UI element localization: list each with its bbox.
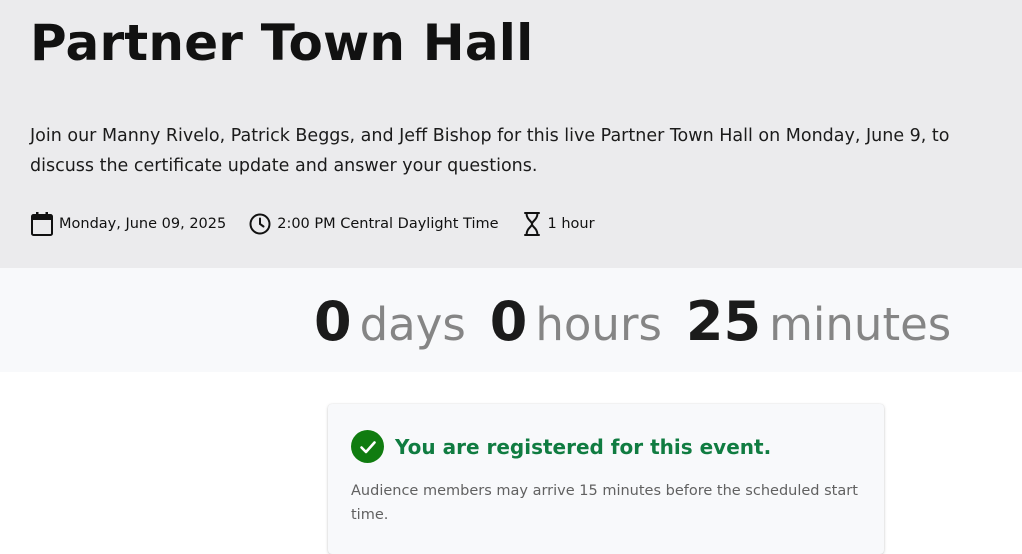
countdown-minutes-value: 25 xyxy=(685,290,762,353)
registration-card: You are registered for this event. Audie… xyxy=(328,404,884,554)
countdown-hours-label: hours xyxy=(535,298,662,351)
event-date: Monday, June 09, 2025 xyxy=(30,211,226,237)
event-description: Join our Manny Rivelo, Patrick Beggs, an… xyxy=(30,126,950,176)
check-circle-icon xyxy=(351,430,384,463)
event-duration: 1 hour xyxy=(521,211,595,237)
event-time-text: 2:00 PM Central Daylight Time xyxy=(277,216,499,232)
countdown-minutes-label: minutes xyxy=(769,298,952,351)
registration-note: Audience members may arrive 15 minutes b… xyxy=(351,483,858,523)
event-meta: Monday, June 09, 2025 2:00 PM Central Da… xyxy=(30,210,617,238)
event-header: Partner Town Hall Join our Manny Rivelo,… xyxy=(0,0,1022,268)
registration-status: You are registered for this event. xyxy=(351,430,771,463)
calendar-icon xyxy=(30,211,59,237)
countdown-hours-value: 0 xyxy=(489,290,528,353)
hourglass-icon xyxy=(521,211,548,237)
countdown-days-value: 0 xyxy=(314,290,352,353)
event-title: Partner Town Hall xyxy=(30,14,534,72)
countdown-timer: 0 days 0 hours 25 minutes xyxy=(314,290,951,353)
countdown-days-label: days xyxy=(359,298,466,351)
event-duration-text: 1 hour xyxy=(547,216,595,232)
event-time: 2:00 PM Central Daylight Time xyxy=(248,212,499,236)
event-date-text: Monday, June 09, 2025 xyxy=(59,216,227,232)
registration-status-text: You are registered for this event. xyxy=(395,434,772,459)
clock-icon xyxy=(248,212,277,236)
